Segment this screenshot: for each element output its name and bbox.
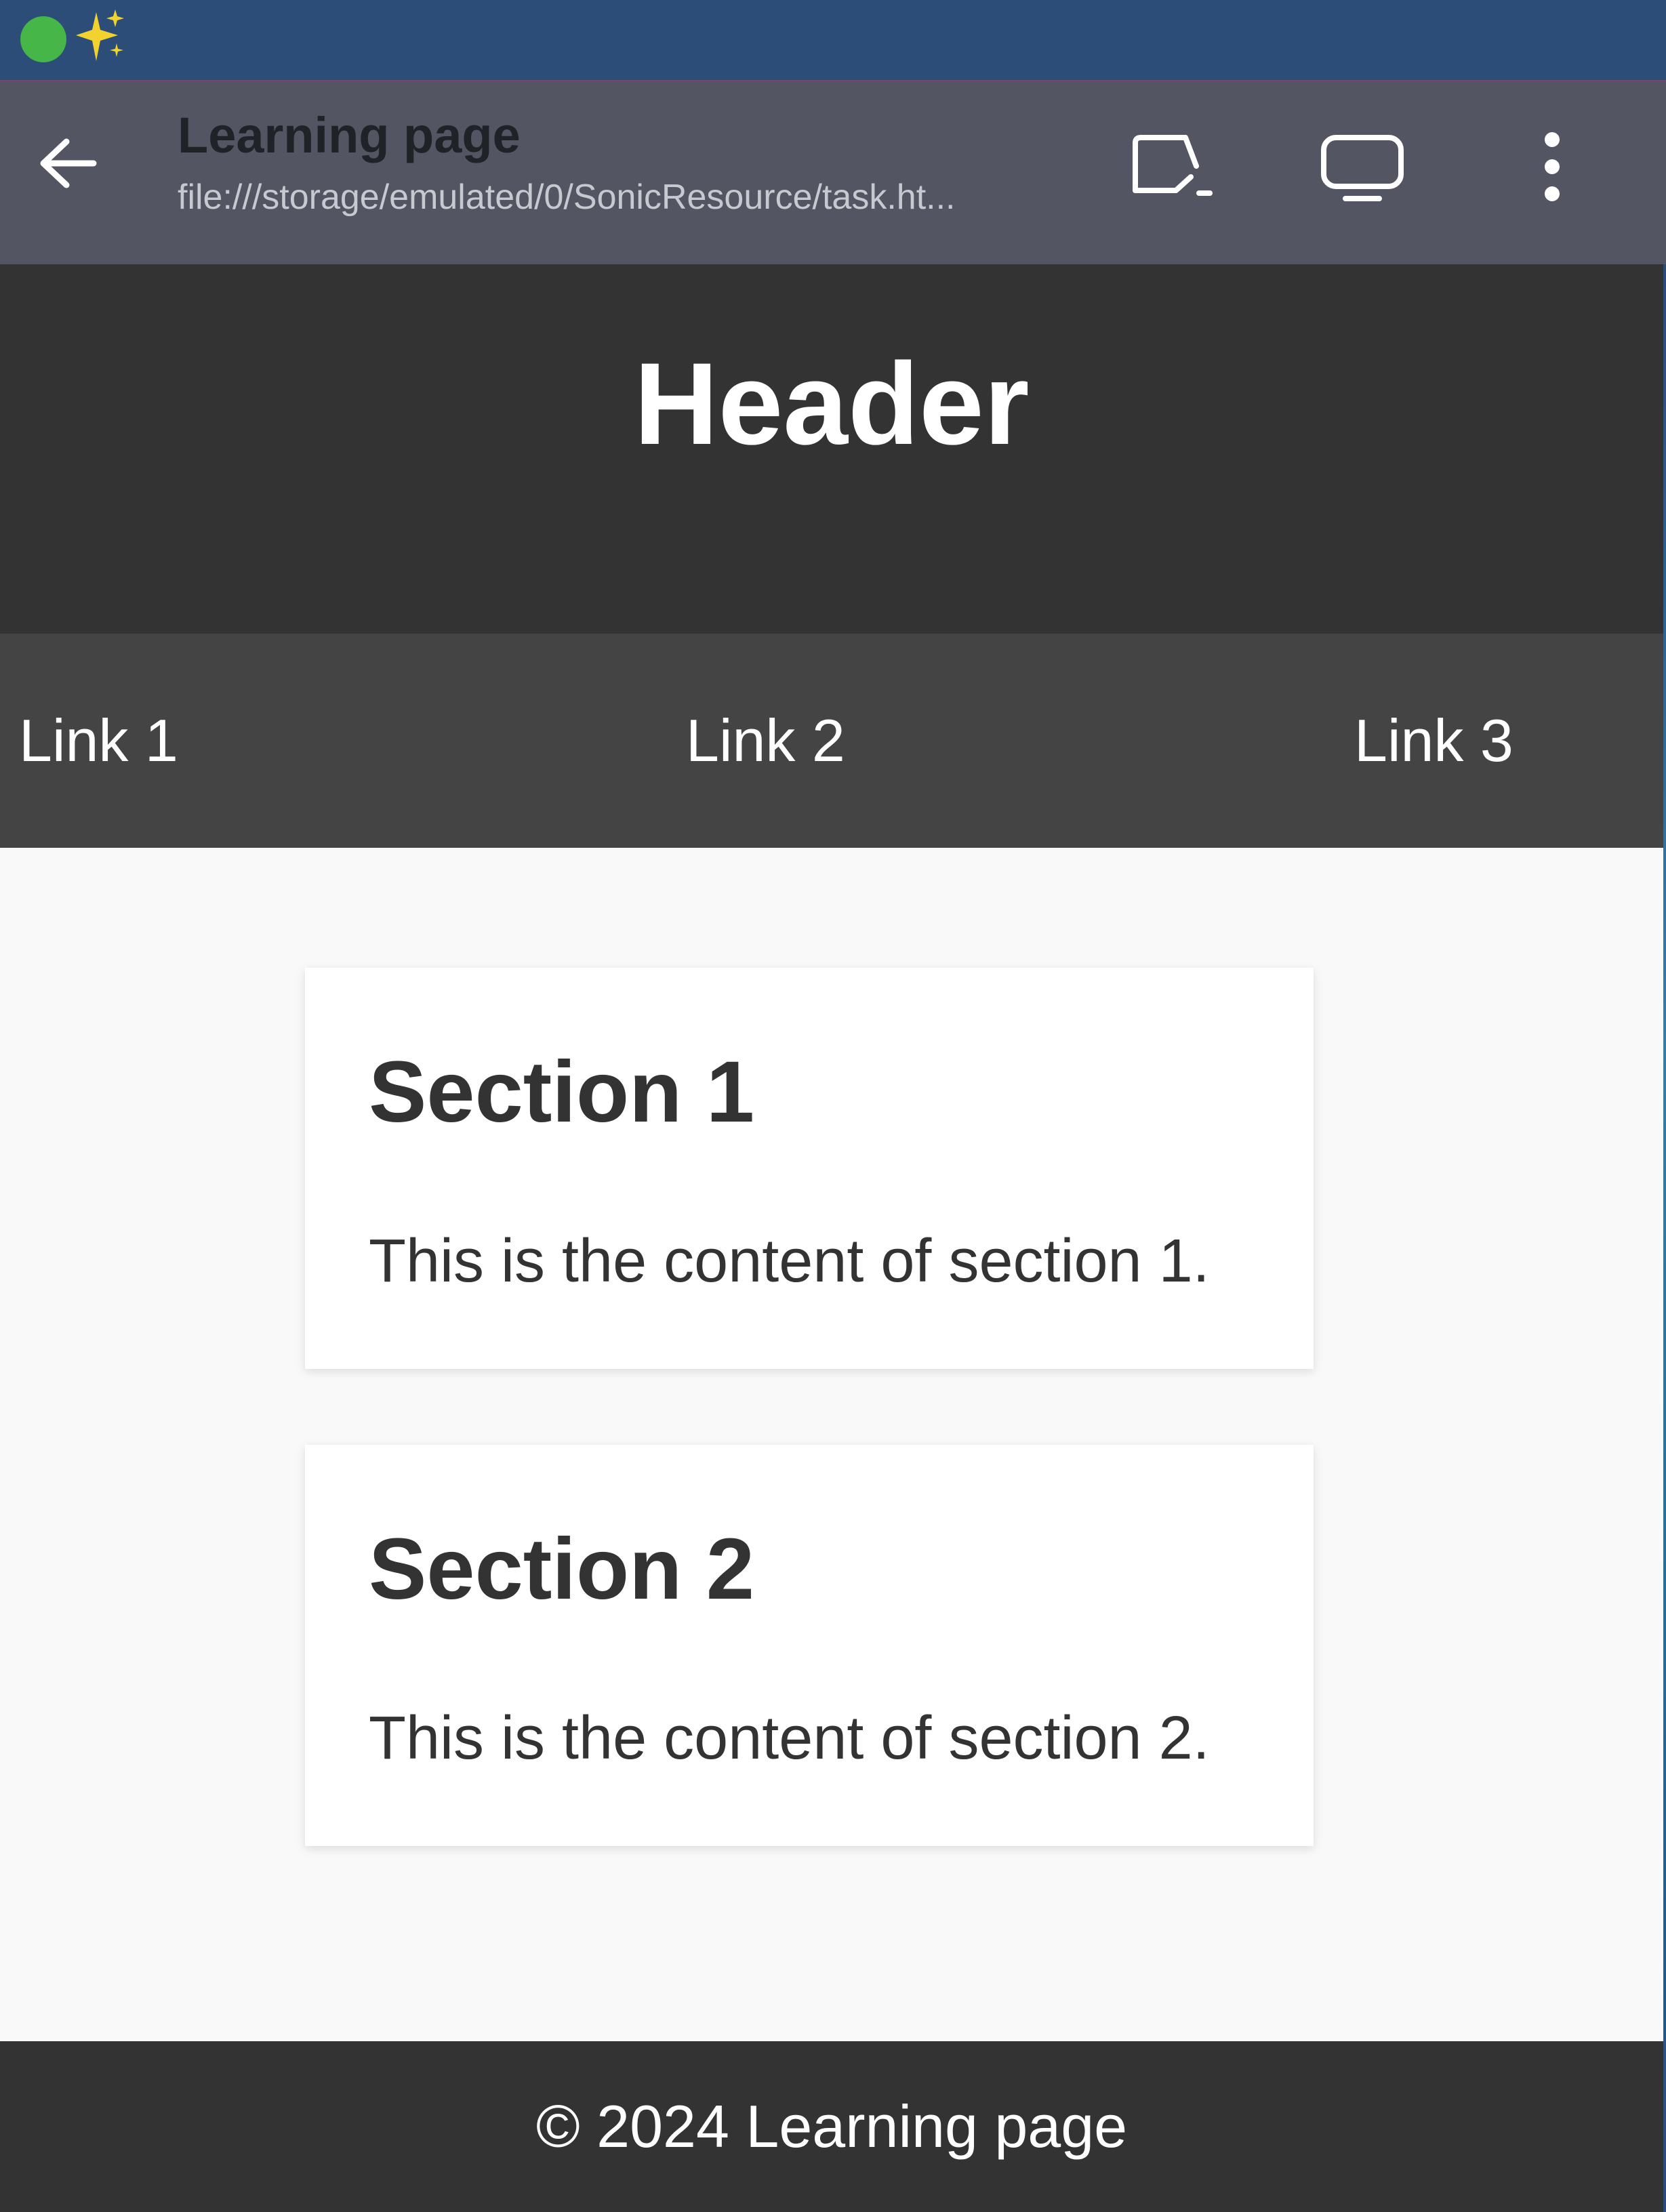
device-screen: Learning page file:///storage/emulated/0… [0, 0, 1666, 2212]
cast-icon [1133, 135, 1213, 196]
more-options-button[interactable] [1508, 123, 1596, 211]
back-arrow-icon [40, 138, 97, 188]
nav-link-1[interactable]: Link 1 [19, 634, 178, 848]
nav-link-2[interactable]: Link 2 [686, 634, 845, 848]
status-dot-icon [20, 16, 66, 62]
section-content: This is the content of section 2. [369, 1704, 1210, 1772]
status-bar [0, 0, 1666, 80]
cast-button[interactable] [1129, 123, 1217, 211]
page-footer: © 2024 Learning page [0, 2041, 1663, 2212]
page-title: Learning page [178, 107, 521, 163]
section-content: This is the content of section 1. [369, 1227, 1210, 1295]
section-card-1: Section 1 This is the content of section… [305, 968, 1314, 1369]
desktop-view-button[interactable] [1318, 123, 1406, 211]
section-card-2: Section 2 This is the content of section… [305, 1445, 1314, 1846]
section-title: Section 2 [369, 1521, 755, 1618]
browser-app-bar: Learning page file:///storage/emulated/0… [0, 80, 1666, 264]
header-title: Header [634, 339, 1030, 469]
nav-link-3[interactable]: Link 3 [1354, 634, 1513, 848]
footer-text: © 2024 Learning page [535, 2093, 1128, 2160]
back-button[interactable] [27, 123, 108, 204]
nav-bar: Link 1 Link 2 Link 3 [0, 634, 1663, 848]
section-title: Section 1 [369, 1044, 755, 1141]
page-url: file:///storage/emulated/0/SonicResource… [178, 178, 956, 217]
desktop-icon [1321, 135, 1404, 201]
page-header: Header [0, 264, 1663, 634]
window-edge [1663, 264, 1666, 2212]
web-page: Header Link 1 Link 2 Link 3 Section 1 Th… [0, 264, 1663, 2212]
sparkle-icon [76, 9, 124, 61]
more-vertical-icon [1545, 132, 1560, 201]
